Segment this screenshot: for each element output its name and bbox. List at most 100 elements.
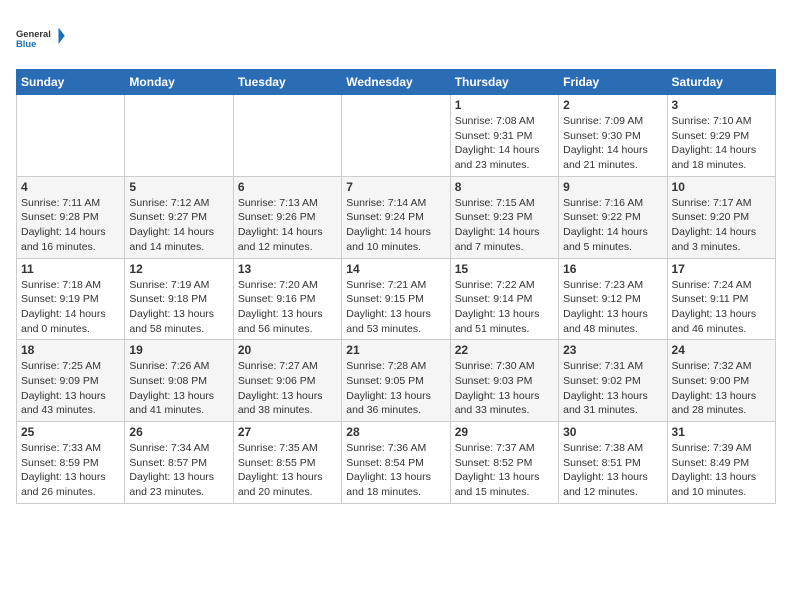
day-info: Sunrise: 7:08 AMSunset: 9:31 PMDaylight:… <box>455 114 554 173</box>
day-info: Sunrise: 7:27 AMSunset: 9:06 PMDaylight:… <box>238 359 337 418</box>
day-number: 29 <box>455 425 554 439</box>
calendar-cell: 27Sunrise: 7:35 AMSunset: 8:55 PMDayligh… <box>233 422 341 504</box>
calendar-cell: 10 Sunrise: 7:17 AMSunset: 9:20 PMDayligh… <box>667 176 775 258</box>
calendar-cell: 28 Sunrise: 7:36 AMSunset: 8:54 PMDayligh… <box>342 422 450 504</box>
day-number: 11 <box>21 262 120 276</box>
calendar-cell <box>125 95 233 177</box>
day-info: Sunrise: 7:22 AMSunset: 9:14 PMDaylight:… <box>455 278 554 337</box>
weekday-header-row: SundayMondayTuesdayWednesdayThursdayFrid… <box>17 70 776 95</box>
calendar-cell <box>342 95 450 177</box>
day-number: 6 <box>238 180 337 194</box>
day-number: 13 <box>238 262 337 276</box>
calendar-body: 1Sunrise: 7:08 AMSunset: 9:31 PMDaylight… <box>17 95 776 504</box>
day-info: Sunrise: 7:38 AMSunset: 8:51 PMDaylight:… <box>563 441 662 500</box>
calendar-cell: 7Sunrise: 7:14 AMSunset: 9:24 PMDaylight… <box>342 176 450 258</box>
calendar-cell: 18 Sunrise: 7:25 AMSunset: 9:09 PMDayligh… <box>17 340 125 422</box>
day-number: 23 <box>563 343 662 357</box>
calendar-cell: 2 Sunrise: 7:09 AMSunset: 9:30 PMDaylight… <box>559 95 667 177</box>
day-info: Sunrise: 7:25 AMSunset: 9:09 PMDaylight:… <box>21 359 120 418</box>
calendar-cell: 30 Sunrise: 7:38 AMSunset: 8:51 PMDayligh… <box>559 422 667 504</box>
weekday-header-tuesday: Tuesday <box>233 70 341 95</box>
logo-svg: General Blue <box>16 16 66 61</box>
day-number: 4 <box>21 180 120 194</box>
svg-text:Blue: Blue <box>16 39 36 49</box>
day-number: 19 <box>129 343 228 357</box>
week-row-3: 11 Sunrise: 7:18 AMSunset: 9:19 PMDayligh… <box>17 258 776 340</box>
calendar-cell: 21Sunrise: 7:28 AMSunset: 9:05 PMDayligh… <box>342 340 450 422</box>
calendar-cell: 13Sunrise: 7:20 AMSunset: 9:16 PMDayligh… <box>233 258 341 340</box>
day-number: 3 <box>672 98 771 112</box>
week-row-5: 25 Sunrise: 7:33 AMSunset: 8:59 PMDayligh… <box>17 422 776 504</box>
day-info: Sunrise: 7:18 AMSunset: 9:19 PMDaylight:… <box>21 278 120 337</box>
day-number: 30 <box>563 425 662 439</box>
day-info: Sunrise: 7:13 AMSunset: 9:26 PMDaylight:… <box>238 196 337 255</box>
day-number: 16 <box>563 262 662 276</box>
calendar-cell: 24 Sunrise: 7:32 AMSunset: 9:00 PMDayligh… <box>667 340 775 422</box>
weekday-header-wednesday: Wednesday <box>342 70 450 95</box>
day-info: Sunrise: 7:39 AMSunset: 8:49 PMDaylight:… <box>672 441 771 500</box>
day-info: Sunrise: 7:37 AMSunset: 8:52 PMDaylight:… <box>455 441 554 500</box>
weekday-header-friday: Friday <box>559 70 667 95</box>
day-info: Sunrise: 7:09 AMSunset: 9:30 PMDaylight:… <box>563 114 662 173</box>
calendar-table: SundayMondayTuesdayWednesdayThursdayFrid… <box>16 69 776 504</box>
calendar-cell: 25 Sunrise: 7:33 AMSunset: 8:59 PMDayligh… <box>17 422 125 504</box>
day-number: 8 <box>455 180 554 194</box>
day-info: Sunrise: 7:17 AMSunset: 9:20 PMDaylight:… <box>672 196 771 255</box>
day-info: Sunrise: 7:31 AMSunset: 9:02 PMDaylight:… <box>563 359 662 418</box>
calendar-cell: 29 Sunrise: 7:37 AMSunset: 8:52 PMDayligh… <box>450 422 558 504</box>
calendar-cell: 1Sunrise: 7:08 AMSunset: 9:31 PMDaylight… <box>450 95 558 177</box>
calendar-cell: 15 Sunrise: 7:22 AMSunset: 9:14 PMDayligh… <box>450 258 558 340</box>
calendar-cell: 3 Sunrise: 7:10 AMSunset: 9:29 PMDaylight… <box>667 95 775 177</box>
day-info: Sunrise: 7:11 AMSunset: 9:28 PMDaylight:… <box>21 196 120 255</box>
calendar-cell: 16 Sunrise: 7:23 AMSunset: 9:12 PMDayligh… <box>559 258 667 340</box>
calendar-cell: 31 Sunrise: 7:39 AMSunset: 8:49 PMDayligh… <box>667 422 775 504</box>
day-number: 21 <box>346 343 445 357</box>
calendar-cell: 11 Sunrise: 7:18 AMSunset: 9:19 PMDayligh… <box>17 258 125 340</box>
day-number: 17 <box>672 262 771 276</box>
calendar-cell: 6 Sunrise: 7:13 AMSunset: 9:26 PMDaylight… <box>233 176 341 258</box>
day-info: Sunrise: 7:16 AMSunset: 9:22 PMDaylight:… <box>563 196 662 255</box>
week-row-1: 1Sunrise: 7:08 AMSunset: 9:31 PMDaylight… <box>17 95 776 177</box>
day-number: 15 <box>455 262 554 276</box>
day-number: 10 <box>672 180 771 194</box>
calendar-cell: 17Sunrise: 7:24 AMSunset: 9:11 PMDayligh… <box>667 258 775 340</box>
header: General Blue <box>16 16 776 61</box>
calendar-cell: 9Sunrise: 7:16 AMSunset: 9:22 PMDaylight… <box>559 176 667 258</box>
day-number: 12 <box>129 262 228 276</box>
calendar-cell: 20Sunrise: 7:27 AMSunset: 9:06 PMDayligh… <box>233 340 341 422</box>
weekday-header-thursday: Thursday <box>450 70 558 95</box>
calendar-cell: 19 Sunrise: 7:26 AMSunset: 9:08 PMDayligh… <box>125 340 233 422</box>
calendar-cell: 26Sunrise: 7:34 AMSunset: 8:57 PMDayligh… <box>125 422 233 504</box>
day-number: 25 <box>21 425 120 439</box>
weekday-header-sunday: Sunday <box>17 70 125 95</box>
calendar-cell: 12 Sunrise: 7:19 AMSunset: 9:18 PMDayligh… <box>125 258 233 340</box>
day-info: Sunrise: 7:35 AMSunset: 8:55 PMDaylight:… <box>238 441 337 500</box>
day-number: 2 <box>563 98 662 112</box>
calendar-cell: 8 Sunrise: 7:15 AMSunset: 9:23 PMDaylight… <box>450 176 558 258</box>
day-number: 14 <box>346 262 445 276</box>
day-info: Sunrise: 7:19 AMSunset: 9:18 PMDaylight:… <box>129 278 228 337</box>
day-info: Sunrise: 7:15 AMSunset: 9:23 PMDaylight:… <box>455 196 554 255</box>
week-row-4: 18 Sunrise: 7:25 AMSunset: 9:09 PMDayligh… <box>17 340 776 422</box>
weekday-header-saturday: Saturday <box>667 70 775 95</box>
calendar-cell <box>233 95 341 177</box>
day-number: 28 <box>346 425 445 439</box>
day-info: Sunrise: 7:32 AMSunset: 9:00 PMDaylight:… <box>672 359 771 418</box>
day-number: 24 <box>672 343 771 357</box>
day-info: Sunrise: 7:36 AMSunset: 8:54 PMDaylight:… <box>346 441 445 500</box>
day-number: 18 <box>21 343 120 357</box>
calendar-cell: 14Sunrise: 7:21 AMSunset: 9:15 PMDayligh… <box>342 258 450 340</box>
week-row-2: 4 Sunrise: 7:11 AMSunset: 9:28 PMDaylight… <box>17 176 776 258</box>
day-number: 22 <box>455 343 554 357</box>
day-info: Sunrise: 7:34 AMSunset: 8:57 PMDaylight:… <box>129 441 228 500</box>
svg-text:General: General <box>16 29 51 39</box>
calendar-cell: 5Sunrise: 7:12 AMSunset: 9:27 PMDaylight… <box>125 176 233 258</box>
day-info: Sunrise: 7:12 AMSunset: 9:27 PMDaylight:… <box>129 196 228 255</box>
day-number: 31 <box>672 425 771 439</box>
day-info: Sunrise: 7:33 AMSunset: 8:59 PMDaylight:… <box>21 441 120 500</box>
day-info: Sunrise: 7:14 AMSunset: 9:24 PMDaylight:… <box>346 196 445 255</box>
day-info: Sunrise: 7:23 AMSunset: 9:12 PMDaylight:… <box>563 278 662 337</box>
day-info: Sunrise: 7:10 AMSunset: 9:29 PMDaylight:… <box>672 114 771 173</box>
day-info: Sunrise: 7:26 AMSunset: 9:08 PMDaylight:… <box>129 359 228 418</box>
calendar-cell: 22Sunrise: 7:30 AMSunset: 9:03 PMDayligh… <box>450 340 558 422</box>
